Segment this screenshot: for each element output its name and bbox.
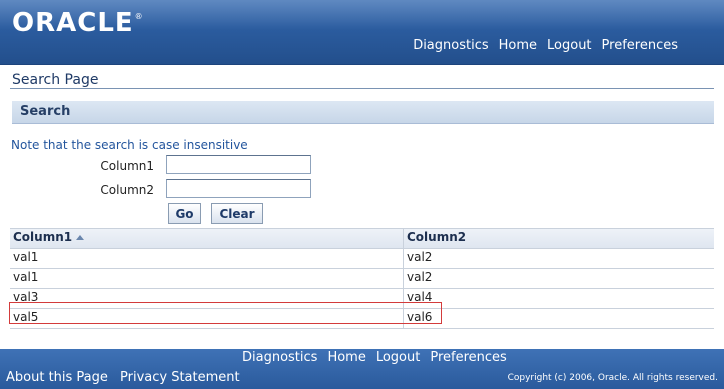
footer-nav-home[interactable]: Home (327, 350, 365, 365)
column2-header[interactable]: Column2 (407, 230, 466, 244)
column2-label: Column2 (100, 183, 154, 197)
column-divider (403, 249, 404, 268)
column-divider (403, 269, 404, 288)
copyright-text: Copyright (c) 2006, Oracle. All rights r… (507, 373, 718, 383)
footer-nav-logout[interactable]: Logout (376, 350, 421, 365)
table-row: val1 val2 (10, 249, 714, 269)
table-row: val1 val2 (10, 269, 714, 289)
column1-label: Column1 (100, 159, 154, 173)
nav-logout[interactable]: Logout (547, 38, 592, 53)
table-header-row: Column1 Column2 (10, 228, 714, 249)
page-footer: Diagnostics Home Logout Preferences Abou… (0, 349, 724, 389)
search-note: Note that the search is case insensitive (11, 138, 248, 152)
highlighted-row-outline (9, 302, 442, 324)
global-nav: Diagnostics Home Logout Preferences (413, 38, 678, 53)
nav-home[interactable]: Home (499, 38, 537, 53)
oracle-logo: ORACLE® (12, 8, 144, 38)
footer-nav-preferences[interactable]: Preferences (430, 350, 506, 365)
go-button[interactable]: Go (168, 203, 201, 224)
column-divider (403, 229, 404, 248)
table-cell-column2: val2 (407, 270, 433, 284)
nav-diagnostics[interactable]: Diagnostics (413, 38, 488, 53)
search-section-header: Search (12, 101, 714, 124)
footer-nav: Diagnostics Home Logout Preferences (242, 350, 507, 365)
table-cell-column1: val1 (13, 250, 39, 264)
about-this-page-link[interactable]: About this Page (6, 370, 108, 385)
column2-input[interactable] (166, 179, 311, 198)
search-section-title: Search (20, 104, 71, 119)
column1-input[interactable] (166, 155, 311, 174)
footer-nav-diagnostics[interactable]: Diagnostics (242, 350, 317, 365)
sort-ascending-icon[interactable] (76, 235, 85, 240)
page-title: Search Page (12, 72, 99, 88)
table-cell-column1: val1 (13, 270, 39, 284)
column1-header[interactable]: Column1 (13, 230, 85, 244)
clear-button[interactable]: Clear (211, 203, 263, 224)
branding-header: ORACLE® Diagnostics Home Logout Preferen… (0, 0, 724, 65)
privacy-statement-link[interactable]: Privacy Statement (120, 370, 240, 385)
title-divider (10, 88, 714, 89)
table-cell-column2: val2 (407, 250, 433, 264)
nav-preferences[interactable]: Preferences (602, 38, 678, 53)
